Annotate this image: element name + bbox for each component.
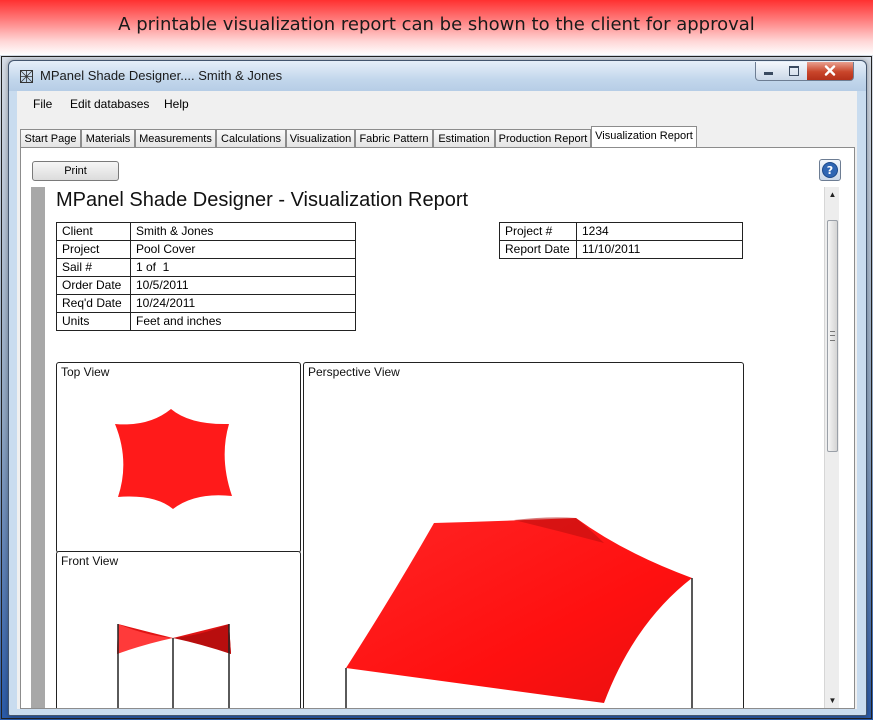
- help-icon: ?: [822, 162, 838, 178]
- detail-label: Project: [56, 240, 131, 259]
- tab-fabric-pattern[interactable]: Fabric Pattern: [355, 129, 433, 147]
- help-glyph: ?: [827, 164, 833, 177]
- info-label: Project #: [499, 222, 577, 241]
- close-icon: [824, 65, 836, 76]
- maximize-icon: [789, 66, 799, 76]
- report-viewer[interactable]: MPanel Shade Designer - Visualization Re…: [31, 187, 839, 708]
- menu-edit-databases[interactable]: Edit databases: [70, 97, 149, 111]
- table-row: Units Feet and inches: [56, 312, 356, 331]
- detail-label: Req'd Date: [56, 294, 131, 313]
- detail-value: 10/5/2011: [130, 276, 356, 295]
- table-row: Client Smith & Jones: [56, 222, 356, 241]
- table-row: Report Date 11/10/2011: [499, 240, 743, 259]
- table-row: Sail # 1 of 1: [56, 258, 356, 277]
- app-window: MPanel Shade Designer.... Smith & Jones …: [8, 60, 867, 716]
- title-bar[interactable]: MPanel Shade Designer.... Smith & Jones: [9, 61, 866, 91]
- minimize-button[interactable]: [755, 62, 783, 81]
- vertical-scrollbar[interactable]: ▲ ▼: [824, 187, 839, 708]
- window-title: MPanel Shade Designer.... Smith & Jones: [40, 68, 283, 83]
- perspective-view-panel: Perspective View: [303, 362, 744, 708]
- detail-value: 10/24/2011: [130, 294, 356, 313]
- tab-materials[interactable]: Materials: [81, 129, 135, 147]
- tab-production-report[interactable]: Production Report: [495, 129, 591, 147]
- caption-text: A printable visualization report can be …: [118, 14, 755, 35]
- menu-help[interactable]: Help: [164, 97, 189, 111]
- detail-value: Pool Cover: [130, 240, 356, 259]
- caption-banner: A printable visualization report can be …: [0, 0, 873, 55]
- app-grid-icon: [20, 70, 33, 83]
- client-details-table: Client Smith & Jones Project Pool Cover …: [56, 222, 356, 331]
- top-view-sail: [115, 409, 232, 509]
- info-value: 1234: [576, 222, 743, 241]
- detail-value: Smith & Jones: [130, 222, 356, 241]
- detail-label: Sail #: [56, 258, 131, 277]
- info-label: Report Date: [499, 240, 577, 259]
- tab-visualization[interactable]: Visualization: [286, 129, 355, 147]
- table-row: Project # 1234: [499, 222, 743, 241]
- scroll-down-arrow-icon[interactable]: ▼: [825, 693, 839, 708]
- detail-label: Units: [56, 312, 131, 331]
- front-view-sail: [117, 624, 231, 708]
- scroll-up-arrow-icon[interactable]: ▲: [825, 187, 839, 202]
- maximize-button[interactable]: [781, 62, 808, 81]
- grip-icon: [830, 331, 835, 341]
- scroll-thumb[interactable]: [827, 220, 838, 452]
- detail-value: Feet and inches: [130, 312, 356, 331]
- front-view-panel: Front View: [56, 551, 301, 708]
- table-row: Req'd Date 10/24/2011: [56, 294, 356, 313]
- tab-measurements[interactable]: Measurements: [135, 129, 216, 147]
- menu-file[interactable]: File: [33, 97, 52, 111]
- project-info-table: Project # 1234 Report Date 11/10/2011: [499, 222, 743, 259]
- report-margin-strip: [31, 187, 45, 708]
- detail-label: Order Date: [56, 276, 131, 295]
- top-view-panel: Top View: [56, 362, 301, 553]
- tab-start-page[interactable]: Start Page: [20, 129, 81, 147]
- help-button[interactable]: ?: [819, 159, 841, 181]
- detail-value: 1 of 1: [130, 258, 356, 277]
- report-title: MPanel Shade Designer - Visualization Re…: [56, 189, 469, 211]
- table-row: Order Date 10/5/2011: [56, 276, 356, 295]
- detail-label: Client: [56, 222, 131, 241]
- tab-panel-visualization-report: Print ? MPanel Shade Designer - Visualiz…: [20, 147, 855, 709]
- print-button[interactable]: Print: [32, 161, 119, 181]
- tab-visualization-report[interactable]: Visualization Report: [591, 126, 697, 147]
- close-button[interactable]: [807, 62, 854, 81]
- tab-estimation[interactable]: Estimation: [433, 129, 495, 147]
- tab-calculations[interactable]: Calculations: [216, 129, 286, 147]
- client-area: Start Page Materials Measurements Calcul…: [17, 117, 857, 709]
- minimize-icon: [764, 72, 773, 75]
- info-value: 11/10/2011: [576, 240, 743, 259]
- perspective-view-sail: [345, 517, 693, 708]
- menu-bar: File Edit databases Help: [17, 91, 857, 117]
- table-row: Project Pool Cover: [56, 240, 356, 259]
